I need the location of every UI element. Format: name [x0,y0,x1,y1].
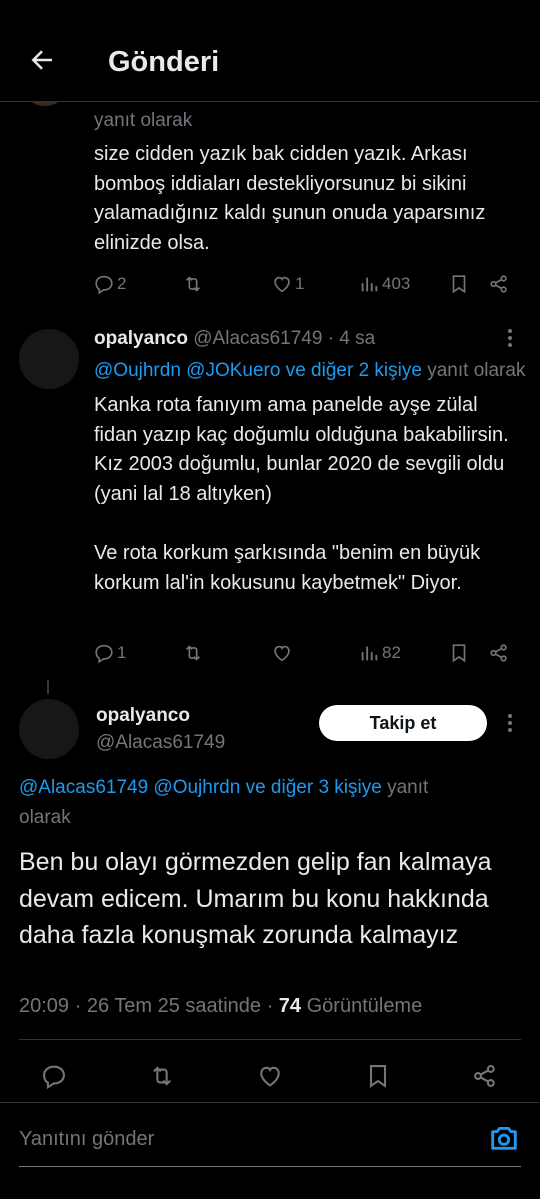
reply-input[interactable]: Yanıtını gönder [19,1128,154,1151]
views-label: Görüntüleme [301,995,423,1017]
more-options-button[interactable] [500,326,520,350]
handle[interactable]: @Alacas61749 [96,729,225,756]
reply-icon [43,1065,65,1090]
views-button[interactable]: 403 [358,273,410,295]
tweet-text: Kanka rota fanıyım ama panelde ayşe züla… [94,394,509,505]
follow-button[interactable]: Takip et [319,705,487,741]
share-icon [474,1065,495,1087]
views-count: 403 [382,274,411,293]
tweet-header: opalyanco @Alacas61749 · 4 sa [94,325,375,352]
bookmark-icon [369,1065,387,1088]
tweet-meta: 20:09 · 26 Tem 25 saatinde · 74 Görüntül… [19,995,422,1018]
bookmark-button[interactable] [448,642,470,664]
arrow-left-icon [31,50,52,70]
reply-button[interactable]: 1 [93,642,126,664]
like-count: 1 [295,274,305,293]
heart-icon [274,276,290,293]
views-icon [361,277,378,292]
reply-button[interactable] [36,1058,72,1094]
share-icon [490,275,507,293]
views-button[interactable]: 82 [358,642,401,664]
tweet-actions: 1 82 [93,642,523,668]
input-underline [19,1166,521,1167]
bookmark-button[interactable] [448,273,470,295]
retweet-button[interactable] [182,642,204,664]
like-button[interactable] [271,642,293,664]
reply-suffix: yanıt olarak [427,360,526,381]
tweet-text-paragraph: Ve rota korkum şarkısında "benim en büyü… [94,542,481,594]
timestamp[interactable]: 20:09 · 26 Tem 25 saatinde · [19,995,279,1017]
reply-context: @Oujhrdn @JOKuero ve diğer 2 kişiye yanı… [94,357,525,384]
views-count: 82 [382,643,401,662]
handle-time: @Alacas61749 · 4 sa [193,328,376,349]
heart-icon [274,645,290,662]
main-tweet-actions [0,1058,540,1094]
like-button[interactable]: 1 [271,273,304,295]
share-button[interactable] [467,1058,503,1094]
reply-icon [95,275,113,295]
display-name[interactable]: opalyanco [96,702,190,729]
camera-button[interactable] [487,1121,521,1155]
avatar[interactable] [19,329,79,389]
more-options-button[interactable] [500,711,520,735]
top-bar: Gönderi [0,0,540,102]
divider [0,1102,540,1103]
views-count: 74 [278,995,302,1017]
share-icon [490,644,507,662]
reply-context: @Alacas61749 @Oujhrdn ve diğer 3 kişiye … [19,774,428,801]
mention-links[interactable]: @Alacas61749 @Oujhrdn ve diğer 3 kişiye [19,777,382,798]
like-button[interactable] [252,1058,288,1094]
retweet-button[interactable] [144,1058,180,1094]
reply-suffix-line2: olarak [19,807,71,828]
retweet-icon [185,276,201,292]
display-name[interactable]: opalyanco [94,328,188,349]
camera-icon [491,1126,517,1150]
reply-suffix: yanıt [387,777,429,798]
reply-count: 1 [117,643,127,662]
reply-count: 2 [117,274,127,293]
divider [19,1039,521,1040]
reply-context: yanıt olarak [94,110,193,131]
more-vertical-icon [508,329,512,347]
bookmark-button[interactable] [360,1058,396,1094]
bookmark-icon [452,275,466,294]
reply-button[interactable]: 2 [93,273,126,295]
retweet-button[interactable] [182,273,204,295]
heart-icon [260,1066,280,1087]
tweet-text: size cidden yazık bak cidden yazık. Arka… [94,143,486,254]
page-title: Gönderi [108,46,220,78]
reply-icon [95,644,113,664]
avatar[interactable] [19,699,79,759]
main-tweet-text: Ben bu olayı görmezden gelip fan kalmaya… [19,848,492,949]
back-button[interactable] [24,42,60,78]
more-vertical-icon [508,714,512,732]
bookmark-icon [452,644,466,663]
retweet-icon [153,1066,171,1086]
tweet-actions: 2 1 403 [93,273,523,299]
thread-line [47,680,49,694]
reply-composer[interactable]: Yanıtını gönder [0,1110,540,1170]
mention-links[interactable]: @Oujhrdn @JOKuero ve diğer 2 kişiye [94,360,422,381]
share-button[interactable] [488,273,510,295]
share-button[interactable] [488,642,510,664]
retweet-icon [185,645,201,661]
views-icon [361,646,378,661]
